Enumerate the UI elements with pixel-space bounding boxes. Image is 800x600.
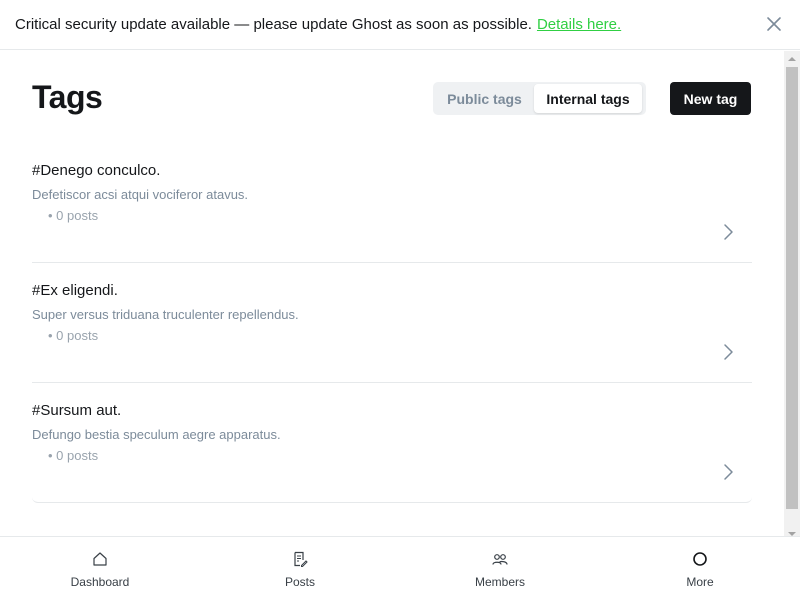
members-icon <box>492 554 508 565</box>
close-icon[interactable] <box>766 16 782 32</box>
vertical-scrollbar[interactable] <box>784 51 800 536</box>
tag-name: #Denego conculco. <box>32 162 161 179</box>
tag-name: #Ex eligendi. <box>32 282 118 299</box>
tab-public-tags[interactable]: Public tags <box>435 84 534 113</box>
nav-item-posts[interactable]: Posts <box>200 537 400 600</box>
nav-item-dashboard[interactable]: Dashboard <box>0 537 200 600</box>
tag-description: Defungo bestia speculum aegre apparatus. <box>32 427 281 442</box>
nav-label: Dashboard <box>70 575 130 589</box>
nav-label: Posts <box>284 575 315 589</box>
tag-row[interactable]: #Sursum aut. Defungo bestia speculum aeg… <box>32 383 752 503</box>
tag-list: #Denego conculco. Defetiscor acsi atqui … <box>32 143 752 503</box>
tag-type-tabs: Public tags Internal tags <box>433 82 646 115</box>
tag-post-count: • 0 posts <box>48 448 99 463</box>
chevron-right-icon <box>724 464 733 480</box>
bottom-navigation: Dashboard Posts Members More <box>0 536 800 600</box>
page-title: Tags <box>32 79 103 115</box>
tag-description: Defetiscor acsi atqui vociferor atavus. <box>32 187 249 202</box>
main-content: Tags Public tags Internal tags New tag #… <box>0 51 784 536</box>
banner-details-link[interactable]: Details here. <box>537 16 621 33</box>
posts-icon <box>294 551 308 567</box>
nav-item-more[interactable]: More <box>600 537 800 600</box>
security-update-banner: Critical security update available — ple… <box>0 0 800 50</box>
nav-item-members[interactable]: Members <box>400 537 600 600</box>
tag-row[interactable]: #Denego conculco. Defetiscor acsi atqui … <box>32 143 752 263</box>
scroll-up-arrow-icon[interactable] <box>788 57 796 61</box>
tag-row[interactable]: #Ex eligendi. Super versus triduana truc… <box>32 263 752 383</box>
scrollbar-thumb[interactable] <box>786 67 798 509</box>
chevron-right-icon <box>724 344 733 360</box>
more-icon <box>693 552 707 566</box>
new-tag-button[interactable]: New tag <box>670 82 751 115</box>
nav-label: Members <box>474 575 525 589</box>
banner-message: Critical security update available — ple… <box>15 16 532 33</box>
tag-description: Super versus triduana truculenter repell… <box>32 307 299 322</box>
home-icon <box>93 552 107 566</box>
tab-internal-tags[interactable]: Internal tags <box>534 84 642 113</box>
tag-post-count: • 0 posts <box>48 328 99 343</box>
tag-post-count: • 0 posts <box>48 208 99 223</box>
tag-name: #Sursum aut. <box>32 402 122 419</box>
nav-label: More <box>686 575 714 589</box>
chevron-right-icon <box>724 224 733 240</box>
